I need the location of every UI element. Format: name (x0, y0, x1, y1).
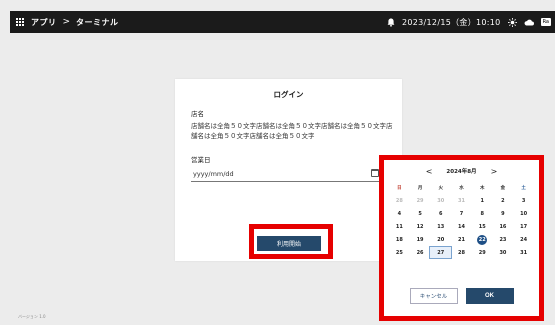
breadcrumb-app[interactable]: アプリ (31, 17, 57, 28)
brand-logo: Ra (540, 18, 551, 26)
version-label: バージョン 1.0 (18, 314, 46, 319)
calendar-icon[interactable] (371, 169, 379, 177)
start-button-highlight (249, 224, 333, 259)
store-name-value: 店舗名は全角５０文字店舗名は全角５０文字店舗名は全角５０文字店舗名は全角５０文字… (191, 122, 393, 140)
top-bar: アプリ > ターミナル 2023/12/15（金）10:10 Ra (10, 11, 555, 33)
bell-icon[interactable] (387, 18, 395, 27)
breadcrumb-separator: > (62, 17, 71, 27)
business-date-input[interactable] (191, 166, 391, 182)
sun-icon (507, 17, 517, 27)
business-date-label: 営業日 (191, 156, 211, 164)
datetime-display: 2023/12/15（金）10:10 (401, 17, 501, 27)
cloud-icon (524, 19, 534, 25)
breadcrumb-terminal: ターミナル (76, 17, 119, 27)
store-name-label: 店名 (191, 110, 204, 118)
calendar-highlight (379, 155, 544, 321)
app-grid-icon[interactable] (16, 17, 25, 27)
page-title: ログイン (273, 90, 304, 99)
status-area: 2023/12/15（金）10:10 Ra (387, 17, 555, 28)
breadcrumb: アプリ > ターミナル (10, 17, 119, 28)
